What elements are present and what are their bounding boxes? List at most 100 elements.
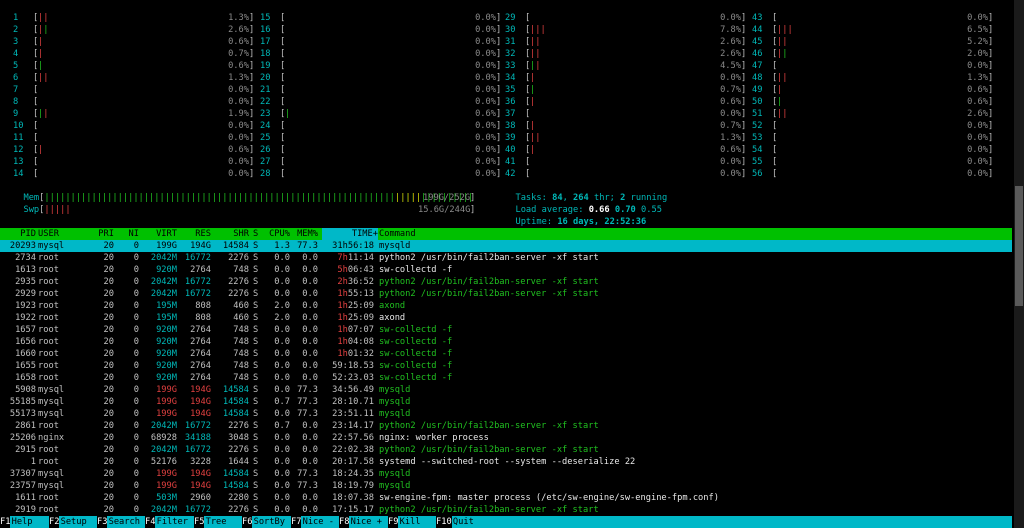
col-pid[interactable]: PID <box>0 228 36 240</box>
col-s[interactable]: S <box>253 228 258 240</box>
cpu-percent: 5.2% <box>967 37 988 47</box>
cell-pri: 20 <box>103 313 114 323</box>
scrollbar[interactable] <box>1014 0 1024 528</box>
cpu-bar-segment: || <box>777 37 788 47</box>
cpu-number: 40 <box>505 145 516 155</box>
col-pri[interactable]: PRI <box>88 228 114 240</box>
cell-user: mysql <box>38 469 65 479</box>
col-user[interactable]: USER <box>38 228 59 240</box>
cpu-percent: 0.0% <box>228 121 249 131</box>
cpu-percent: 0.0% <box>228 97 249 107</box>
process-row[interactable]: 2929 root 20 0 2042M 16772 2276 S 0.0 0.0 1h55:13 p… <box>0 288 1012 300</box>
fkey-f10[interactable]: F10 <box>436 516 452 528</box>
cpu-meter: 27 [0.0%] <box>260 156 501 168</box>
cpu-percent: 0.7% <box>720 85 741 95</box>
fkey-label-search[interactable]: Search <box>109 516 140 528</box>
cpu-bracket: ] <box>988 133 994 143</box>
cell-cmd: axond <box>379 313 406 323</box>
cpu-percent: 0.0% <box>720 109 741 119</box>
fkey-f3[interactable]: F3 <box>97 516 108 528</box>
cell-pid: 1 <box>30 457 36 467</box>
fkey-label-nice-[interactable]: Nice - <box>303 516 334 528</box>
fkey-f1[interactable]: F1 <box>0 516 11 528</box>
process-row[interactable]: 1657 root 20 0 920M 2764 748 S 0.0 0.0 1h07:07 sw-c… <box>0 324 1012 336</box>
cpu-meter: 29 [0.0%] <box>505 12 746 24</box>
fkey-label-nice-[interactable]: Nice + <box>351 516 382 528</box>
process-row[interactable]: 1613 root 20 0 920M 2764 748 S 0.0 0.0 5h06:43 sw-c… <box>0 264 1012 276</box>
fkey-f7[interactable]: F7 <box>291 516 302 528</box>
col-ni[interactable]: NI <box>117 228 139 240</box>
process-row[interactable]: 37307 mysql 20 0 199G 194G 14584 S 0.0 77.3 18:24.… <box>0 468 1012 480</box>
col-command[interactable]: Command <box>379 228 416 240</box>
process-row[interactable]: 2915 root 20 0 2042M 16772 2276 S 0.0 0.0 22:02.38… <box>0 444 1012 456</box>
fkey-f9[interactable]: F9 <box>388 516 399 528</box>
scroll-thumb[interactable] <box>1015 186 1023 306</box>
cell-user: root <box>38 301 59 311</box>
process-row[interactable]: 2919 root 20 0 2042M 16772 2276 S 0.0 0.0 17:15.17… <box>0 504 1012 516</box>
fkey-label-tree[interactable]: Tree <box>206 516 227 528</box>
cpu-bar-segment: | <box>530 85 536 95</box>
cpu-number: 5 <box>13 61 19 71</box>
cpu-bracket: ] <box>249 25 255 35</box>
cpu-number: 52 <box>752 121 763 131</box>
cell-mem: 0.0 <box>302 373 318 383</box>
fkey-f5[interactable]: F5 <box>194 516 205 528</box>
process-row[interactable]: 25206 nginx 20 0 68928 34188 3048 S 0.0 0.0 22:57.… <box>0 432 1012 444</box>
cpu-number: 28 <box>260 169 271 179</box>
col-virt[interactable]: VIRT <box>141 228 177 240</box>
fkey-label-sortby[interactable]: SortBy <box>254 516 285 528</box>
fkey-f8[interactable]: F8 <box>339 516 350 528</box>
process-row[interactable]: 1923 root 20 0 195M 808 460 S 2.0 0.0 1h25:09 axond <box>0 300 1012 312</box>
col-res[interactable]: RES <box>179 228 211 240</box>
fkey-label-kill[interactable]: Kill <box>400 516 421 528</box>
cpu-number: 30 <box>505 25 516 35</box>
process-row[interactable]: 1656 root 20 0 920M 2764 748 S 0.0 0.0 1h04:08 sw-c… <box>0 336 1012 348</box>
process-row[interactable]: 1 root 20 0 52176 3228 1644 S 0.0 0.0 20:17.58 syst… <box>0 456 1012 468</box>
cpu-meter: 32[|| 2.6%] <box>505 48 746 60</box>
cell-cpu: 0.0 <box>274 361 290 371</box>
fkey-label-help[interactable]: Help <box>12 516 33 528</box>
cpu-percent: 0.0% <box>720 73 741 83</box>
fkey-label-setup[interactable]: Setup <box>61 516 87 528</box>
cell-shr: 748 <box>233 265 249 275</box>
cpu-meter: 49[| 0.6%] <box>752 84 993 96</box>
process-row[interactable]: 23757 mysql 20 0 199G 194G 14584 S 0.0 77.3 18:19.… <box>0 480 1012 492</box>
process-row[interactable]: 55185 mysql 20 0 199G 194G 14584 S 0.7 77.3 28:10.… <box>0 396 1012 408</box>
cell-pid: 55185 <box>9 397 36 407</box>
col-shr[interactable]: SHR <box>215 228 249 240</box>
col-time[interactable]: TIME+ <box>322 228 378 240</box>
process-row[interactable]: 2935 root 20 0 2042M 16772 2276 S 0.0 0.0 2h36:52 p… <box>0 276 1012 288</box>
process-row[interactable]: 1658 root 20 0 920M 2764 748 S 0.0 0.0 52:23.03 sw-… <box>0 372 1012 384</box>
fkey-label-filter[interactable]: Filter <box>157 516 188 528</box>
cell-pid: 2734 <box>15 253 36 263</box>
cell-user: root <box>38 265 59 275</box>
cell-time: 52:23.03 <box>332 373 374 383</box>
cpu-percent: 0.0% <box>475 145 496 155</box>
process-row[interactable]: 5908 mysql 20 0 199G 194G 14584 S 0.0 77.3 34:56.4… <box>0 384 1012 396</box>
cpu-bracket: ] <box>496 61 502 71</box>
cpu-number: 55 <box>752 157 763 167</box>
cpu-number: 2 <box>13 25 19 35</box>
process-row[interactable]: 55173 mysql 20 0 199G 194G 14584 S 0.0 77.3 23:51.… <box>0 408 1012 420</box>
cell-pid: 1613 <box>15 265 36 275</box>
process-row[interactable]: 1611 root 20 0 503M 2960 2280 S 0.0 0.0 18:07.38 sw… <box>0 492 1012 504</box>
cell-cmd: nginx: worker process <box>379 433 489 443</box>
fkey-label-quit[interactable]: Quit <box>453 516 474 528</box>
cpu-meter: 42 [0.0%] <box>505 168 746 180</box>
col-cpu[interactable]: CPU% <box>262 228 290 240</box>
process-row[interactable]: 20293 mysql 20 0 199G 194G 14584 S 1.3 77.3 31h56:… <box>0 240 1012 252</box>
col-mem[interactable]: MEM% <box>292 228 318 240</box>
fkey-f4[interactable]: F4 <box>145 516 156 528</box>
process-row[interactable]: 1922 root 20 0 195M 808 460 S 2.0 0.0 1h25:09 axond <box>0 312 1012 324</box>
process-row[interactable]: 1660 root 20 0 920M 2764 748 S 0.0 0.0 1h01:32 sw-c… <box>0 348 1012 360</box>
cell-pid: 23757 <box>9 481 36 491</box>
process-row[interactable]: 1655 root 20 0 920M 2764 748 S 0.0 0.0 59:18.53 sw-… <box>0 360 1012 372</box>
process-row[interactable]: 2734 root 20 0 2042M 16772 2276 S 0.0 0.0 7h11:14 p… <box>0 252 1012 264</box>
fkey-f6[interactable]: F6 <box>242 516 253 528</box>
cpu-bracket: ] <box>741 157 747 167</box>
fkey-f2[interactable]: F2 <box>49 516 60 528</box>
cell-user: root <box>38 445 59 455</box>
process-row[interactable]: 2861 root 20 0 2042M 16772 2276 S 0.7 0.0 23:14.17… <box>0 420 1012 432</box>
cell-pid: 20293 <box>9 241 36 251</box>
cell-user: mysql <box>38 397 65 407</box>
